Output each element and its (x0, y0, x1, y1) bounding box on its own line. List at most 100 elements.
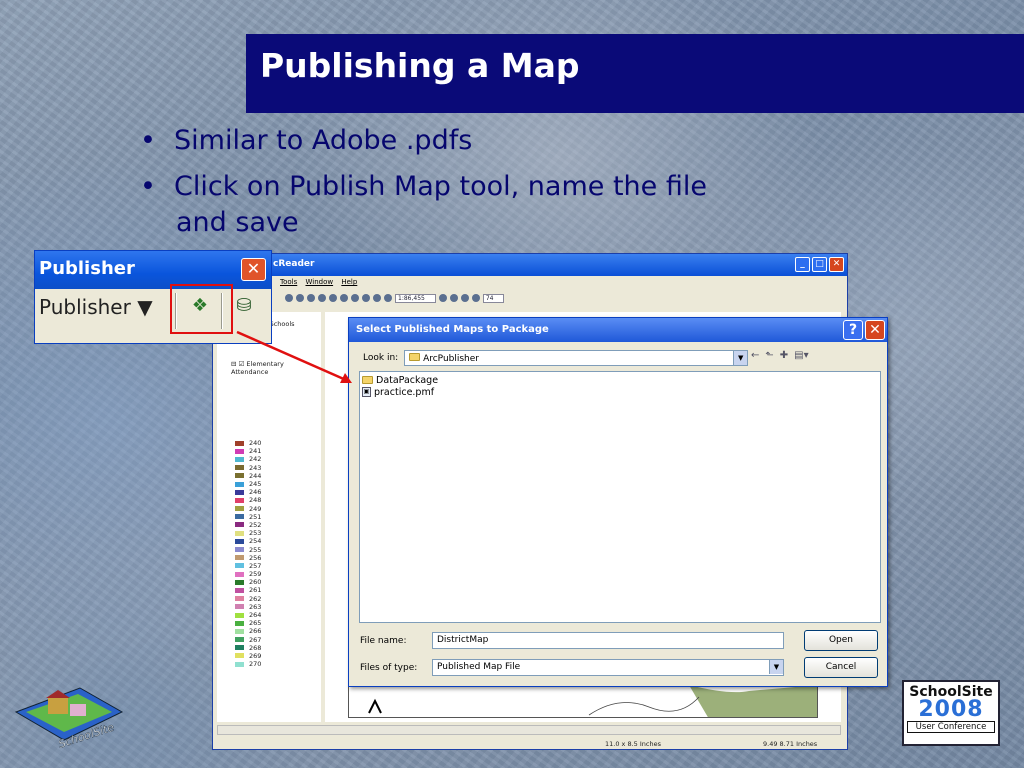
zoom-percent-field[interactable]: 74 (482, 293, 505, 303)
measure-icon[interactable] (384, 294, 392, 302)
cancel-button[interactable]: Cancel (804, 657, 878, 678)
legend: 240 241 242 243 244 245 246 248 249 251 252 253 254 2… (235, 439, 261, 668)
legend-item: 246 (235, 488, 261, 496)
filetype-dropdown[interactable]: Published Map File ▼ (432, 659, 784, 676)
package-map-icon[interactable]: ⛁ (231, 295, 257, 321)
lookin-dropdown[interactable]: ArcPublisher ▼ (404, 350, 749, 366)
zoom-in-icon[interactable] (285, 294, 293, 302)
legend-label: 254 (249, 537, 262, 546)
up-folder-icon[interactable]: ⬑ (765, 350, 773, 361)
status-coordinates: 9.49 8.71 Inches (763, 740, 818, 748)
zoom-out-icon[interactable] (296, 294, 304, 302)
legend-swatch (235, 645, 244, 651)
maximize-button[interactable]: □ (812, 257, 827, 272)
legend-swatch (235, 448, 244, 454)
menu-help[interactable]: Help (341, 278, 357, 286)
legend-swatch (235, 440, 244, 446)
legend-item: 269 (235, 652, 261, 660)
legend-label: 266 (249, 627, 262, 636)
filename-row: File name: DistrictMap (360, 632, 784, 649)
legend-item: 251 (235, 513, 261, 521)
legend-swatch (235, 653, 244, 659)
page-zoom-in-icon[interactable] (449, 294, 458, 302)
filetype-label: Files of type: (360, 662, 418, 673)
list-item[interactable]: ▣ practice.pmf (362, 386, 878, 398)
chevron-down-icon[interactable]: ▼ (733, 351, 748, 365)
menu-tools[interactable]: Tools (280, 278, 297, 286)
lookin-label: Look in: (363, 353, 399, 363)
publisher-titlebar[interactable]: Publisher ✕ (35, 251, 271, 289)
slide-title: Publishing a Map (260, 46, 580, 85)
legend-item: 260 (235, 578, 261, 586)
new-folder-icon[interactable]: ✚ (780, 350, 788, 361)
dialog-title: Select Published Maps to Package (356, 324, 549, 335)
back-icon[interactable] (340, 294, 348, 302)
title-banner: Publishing a Map (246, 34, 1024, 113)
legend-label: 269 (249, 651, 262, 660)
legend-swatch (235, 473, 244, 479)
legend-item: 245 (235, 480, 261, 488)
menu-window[interactable]: Window (305, 278, 333, 286)
fixed-zoom-icon[interactable] (307, 294, 315, 302)
legend-swatch (235, 489, 244, 495)
forward-icon[interactable] (351, 294, 359, 302)
legend-label: 257 (249, 561, 262, 570)
legend-swatch (235, 661, 244, 667)
table-of-contents: ary Schools ⊟ ☑ Streets ⊟ ☑ Elementary A… (217, 312, 321, 722)
filename-label: File name: (360, 635, 407, 646)
layer-attendance-label: Elementary Attendance (231, 360, 284, 376)
close-button[interactable]: ✕ (829, 257, 844, 272)
arcreader-titlebar[interactable]: cReader _ □ ✕ (213, 254, 847, 276)
full-extent-icon[interactable] (329, 294, 337, 302)
folder-icon (409, 353, 421, 361)
legend-label: 243 (249, 463, 262, 472)
list-item[interactable]: DataPackage (362, 374, 878, 386)
folder-icon (362, 376, 373, 384)
legend-label: 263 (249, 602, 262, 611)
publisher-menu-label: Publisher (39, 295, 131, 319)
legend-item: 262 (235, 595, 261, 603)
filetype-row: Files of type: Published Map File ▼ (360, 659, 784, 676)
layer-attendance[interactable]: ⊟ ☑ Elementary Attendance (231, 360, 321, 376)
filename-field[interactable]: DistrictMap (432, 632, 784, 649)
legend-swatch (235, 530, 244, 536)
find-icon[interactable] (373, 294, 381, 302)
help-button[interactable]: ? (843, 320, 863, 340)
back-arrow-icon[interactable]: ← (751, 350, 759, 361)
bullet-dot: • (140, 171, 156, 202)
dialog-titlebar[interactable]: Select Published Maps to Package ? ✕ (349, 318, 887, 342)
view-menu-icon[interactable]: ▤▾ (794, 350, 808, 361)
legend-item: 242 (235, 455, 261, 463)
legend-item: 270 (235, 660, 261, 668)
status-bar: 11.0 x 8.5 Inches 9.49 8.71 Inches (217, 738, 841, 749)
legend-swatch (235, 620, 244, 626)
lookin-row: Look in: ArcPublisher ▼ (363, 350, 749, 366)
page-zoom-out-icon[interactable] (460, 294, 469, 302)
identify-icon[interactable] (362, 294, 370, 302)
legend-item: 252 (235, 521, 261, 529)
bullet-1: • Similar to Adobe .pdfs (140, 123, 472, 159)
legend-label: 240 (249, 439, 262, 448)
publish-tool-highlight (170, 284, 233, 334)
legend-swatch (235, 579, 244, 585)
page-pan-icon[interactable] (471, 294, 480, 302)
legend-swatch (235, 465, 244, 471)
legend-swatch (235, 596, 244, 602)
pan-icon[interactable] (318, 294, 326, 302)
map-graphic (368, 685, 817, 717)
legend-item: 244 (235, 472, 261, 480)
publisher-close-button[interactable]: ✕ (241, 258, 266, 281)
legend-swatch (235, 628, 244, 634)
scale-field[interactable]: 1:86,455 (395, 293, 436, 303)
publisher-toolbar: Publisher ✕ Publisher ▼ ❖ ⛁ (34, 250, 272, 344)
legend-label: 256 (249, 553, 262, 562)
minimize-button[interactable]: _ (795, 257, 810, 272)
legend-label: 270 (249, 660, 262, 669)
legend-label: 248 (249, 496, 262, 505)
open-button[interactable]: Open (804, 630, 878, 651)
publisher-menu-button[interactable]: Publisher ▼ (39, 295, 153, 319)
horizontal-scrollbar[interactable] (217, 725, 841, 735)
dialog-close-button[interactable]: ✕ (865, 320, 885, 340)
layout-view-icon[interactable] (438, 294, 447, 302)
chevron-down-icon[interactable]: ▼ (769, 660, 783, 674)
